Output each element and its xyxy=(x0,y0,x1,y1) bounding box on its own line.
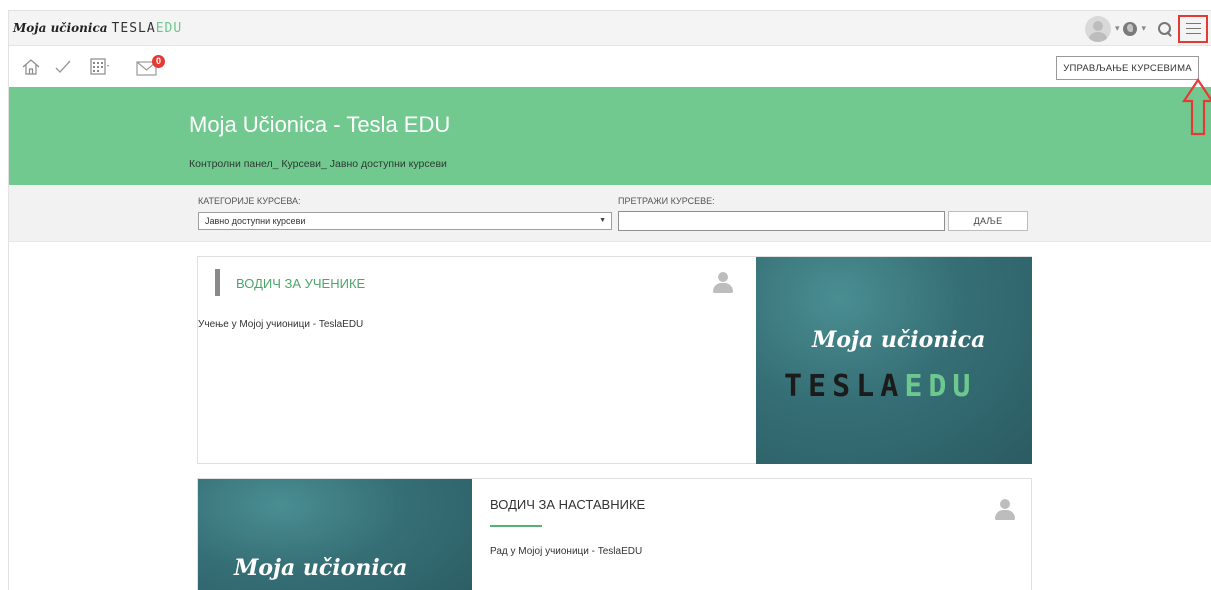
avatar[interactable] xyxy=(1084,15,1111,42)
logo-script: Moja učionica xyxy=(13,21,108,35)
teacher-user-icon[interactable] xyxy=(713,272,733,294)
annotation-arrow-icon xyxy=(1181,78,1211,136)
course-title[interactable]: ВОДИЧ ЗА УЧЕНИКЕ xyxy=(236,276,365,291)
hamburger-line xyxy=(1185,23,1201,24)
category-label: КАТЕГОРИЈЕ КУРСЕВА: xyxy=(198,196,301,206)
course-description: Рад у Мојој учионици - TeslaEDU xyxy=(490,546,643,557)
course-search-input[interactable] xyxy=(618,211,945,231)
image-logo-tesla: TESLAEDU xyxy=(784,369,977,404)
course-image[interactable]: Moja učionica TESLAEDU xyxy=(756,257,1032,464)
language-menu-caret[interactable]: ▾ xyxy=(1141,23,1146,34)
check-icon[interactable] xyxy=(53,57,73,77)
course-image[interactable]: Moja učionica xyxy=(198,479,472,590)
search-icon[interactable] xyxy=(1158,21,1172,36)
course-card[interactable]: Moja učionica ВОДИЧ ЗА НАСТАВНИКЕ Рад у … xyxy=(197,478,1032,590)
category-select[interactable]: Јавно доступни курсеви ▼ xyxy=(198,212,612,230)
course-filter-bar: КАТЕГОРИЈЕ КУРСЕВА: Јавно доступни курсе… xyxy=(9,185,1211,242)
top-navbar: Moja učionica TESLAEDU ▾ ▾ xyxy=(9,11,1211,46)
title-underline xyxy=(490,525,542,527)
hamburger-line xyxy=(1185,28,1201,29)
course-description: Учење у Мојој учионици - TeslaEDU xyxy=(198,319,364,330)
course-card[interactable]: ВОДИЧ ЗА УЧЕНИКЕ Учење у Мојој учионици … xyxy=(197,256,1032,464)
breadcrumb[interactable]: Контролни панел_ Курсеви_ Јавно доступни… xyxy=(189,158,447,170)
page-frame: Moja učionica TESLAEDU ▾ ▾ 0 УПРАВЉАЊЕ К… xyxy=(8,10,1211,590)
hamburger-line xyxy=(1185,33,1201,34)
page-title: Moja Učionica - Tesla EDU xyxy=(189,112,451,137)
home-icon[interactable] xyxy=(21,57,41,77)
image-logo-script: Moja učionica xyxy=(234,555,408,581)
page-header-banner: Moja Učionica - Tesla EDU Контролни пане… xyxy=(9,87,1211,185)
title-accent-bar xyxy=(215,269,220,296)
messages-count-badge: 0 xyxy=(152,55,165,68)
manage-courses-button[interactable]: УПРАВЉАЊЕ КУРСЕВИМА xyxy=(1056,56,1199,80)
search-go-button[interactable]: ДАЉЕ xyxy=(948,211,1028,231)
hamburger-menu-button[interactable] xyxy=(1178,14,1208,43)
teacher-user-icon[interactable] xyxy=(995,499,1015,521)
top-right-controls: ▾ ▾ xyxy=(1084,11,1211,46)
calendar-icon[interactable] xyxy=(89,57,111,77)
dropdown-arrow-icon: ▼ xyxy=(599,217,606,224)
image-logo-script: Moja učionica xyxy=(812,327,986,353)
search-label: ПРЕТРАЖИ КУРСЕВЕ: xyxy=(618,196,715,206)
course-title[interactable]: ВОДИЧ ЗА НАСТАВНИКЕ xyxy=(490,497,645,512)
user-menu-caret[interactable]: ▾ xyxy=(1115,23,1120,34)
logo-tesla: TESLAEDU xyxy=(111,20,183,36)
quick-icon-bar: 0 УПРАВЉАЊЕ КУРСЕВИМА xyxy=(9,47,1211,87)
site-logo[interactable]: Moja učionica TESLAEDU xyxy=(13,19,182,37)
category-select-value: Јавно доступни курсеви xyxy=(205,216,306,226)
globe-icon[interactable] xyxy=(1123,21,1138,36)
